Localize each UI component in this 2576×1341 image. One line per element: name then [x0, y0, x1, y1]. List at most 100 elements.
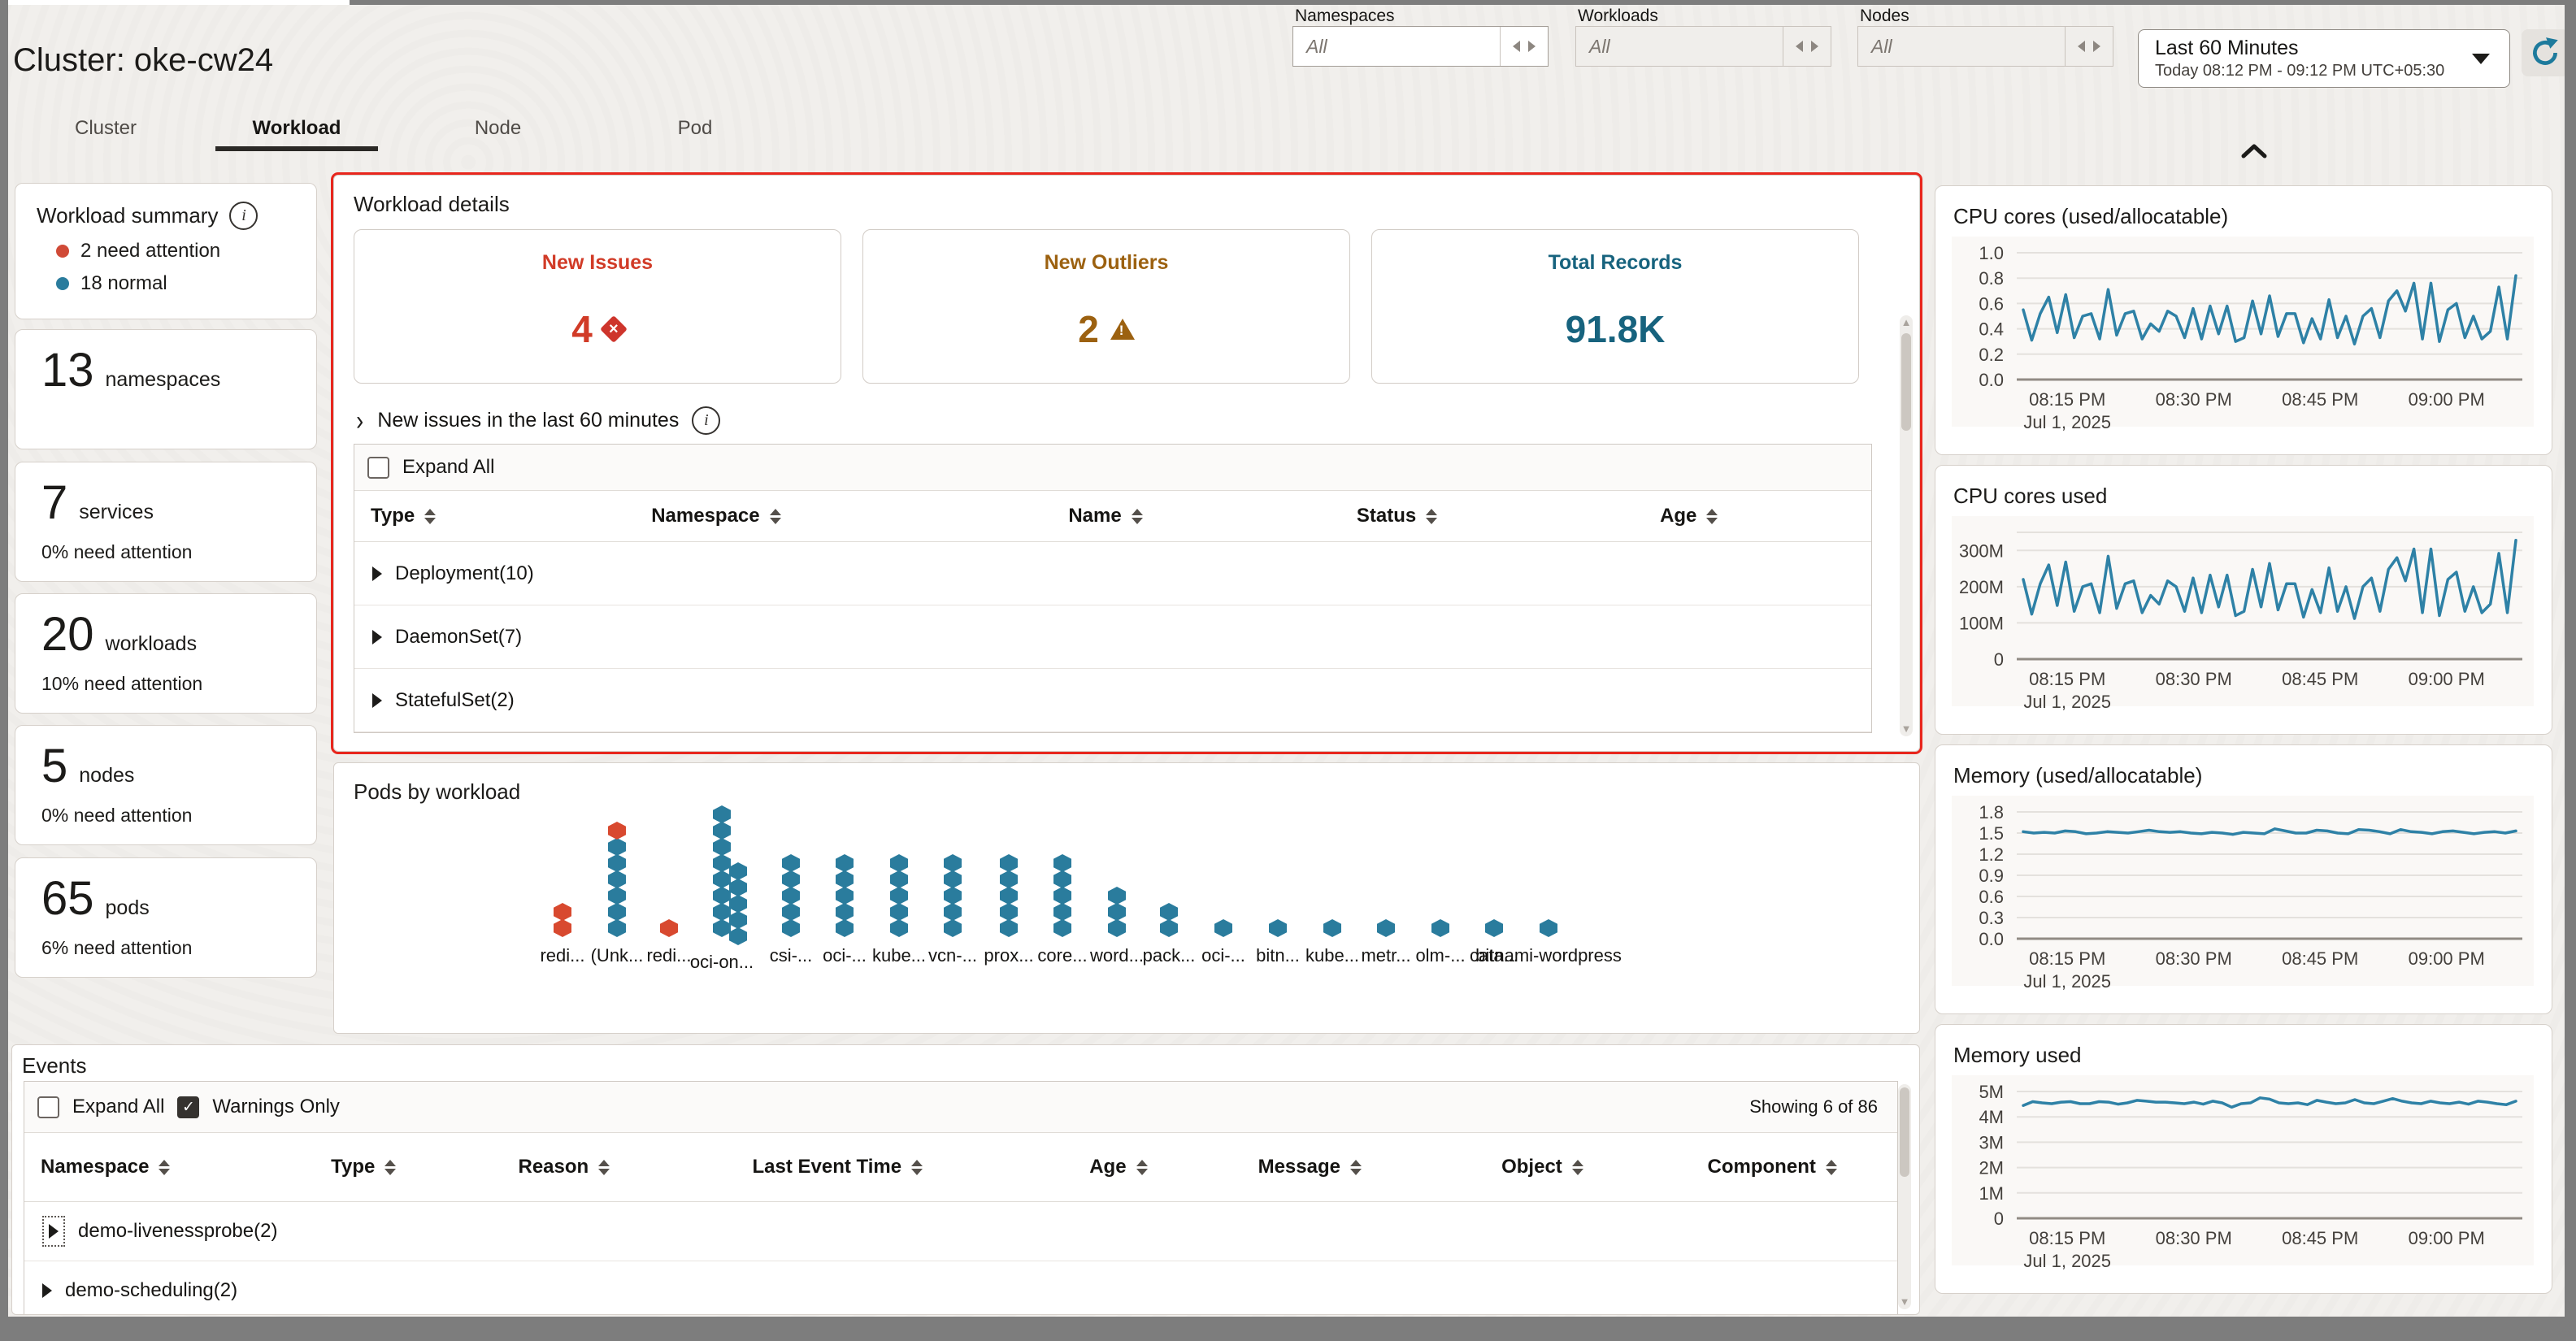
pod-hexagon[interactable]: [729, 879, 747, 896]
workloads-combobox[interactable]: All: [1575, 26, 1831, 67]
column-header-namespace[interactable]: Namespace: [24, 1156, 315, 1178]
pod-hexagon[interactable]: [944, 887, 962, 905]
table-row[interactable]: DaemonSet(7): [354, 605, 1871, 669]
column-header-object[interactable]: Object: [1485, 1156, 1691, 1178]
pod-hexagon[interactable]: [1108, 887, 1126, 905]
pod-hexagon[interactable]: [729, 911, 747, 929]
pod-hexagon[interactable]: [1000, 854, 1018, 872]
pod-hexagon[interactable]: [782, 887, 800, 905]
expand-all-checkbox[interactable]: [367, 457, 389, 479]
pod-hexagon[interactable]: [660, 919, 678, 937]
pod-hexagon[interactable]: [836, 887, 854, 905]
pod-hexagon[interactable]: [1269, 919, 1287, 937]
table-row[interactable]: StatefulSet(2): [354, 669, 1871, 732]
expand-all-checkbox[interactable]: [37, 1096, 59, 1118]
column-header-name[interactable]: Name: [1052, 505, 1340, 527]
tab-node[interactable]: Node: [447, 107, 549, 150]
table-row[interactable]: demo-livenessprobe(2): [24, 1202, 1897, 1261]
scroll-up-icon[interactable]: ▲: [1900, 317, 1913, 328]
pod-hexagon[interactable]: [608, 854, 626, 872]
pod-hexagon[interactable]: [729, 927, 747, 945]
workload-scrollbar[interactable]: ▲ ▼: [1900, 315, 1913, 736]
column-header-namespace[interactable]: Namespace: [635, 505, 1052, 527]
combo-next-icon[interactable]: [1811, 41, 1818, 52]
pod-hexagon[interactable]: [890, 887, 908, 905]
pod-hexagon[interactable]: [1431, 919, 1449, 937]
pod-hexagon[interactable]: [890, 854, 908, 872]
pod-hexagon[interactable]: [608, 838, 626, 856]
table-row[interactable]: demo-scheduling(2): [24, 1261, 1897, 1315]
combo-arrows[interactable]: [1500, 27, 1548, 66]
pod-hexagon[interactable]: [836, 870, 854, 888]
pod-hexagon[interactable]: [1000, 887, 1018, 905]
pod-hexagon[interactable]: [608, 887, 626, 905]
pod-hexagon[interactable]: [944, 870, 962, 888]
combo-arrows[interactable]: [1783, 27, 1831, 66]
tab-pod[interactable]: Pod: [650, 107, 740, 150]
pod-hexagon[interactable]: [608, 919, 626, 937]
pod-hexagon[interactable]: [1377, 919, 1395, 937]
sort-icon[interactable]: [1350, 1160, 1362, 1175]
pod-hexagon[interactable]: [1108, 919, 1126, 937]
pod-hexagon[interactable]: [1160, 903, 1178, 921]
scroll-down-icon[interactable]: ▼: [1900, 723, 1913, 735]
pod-hexagon[interactable]: [1000, 903, 1018, 921]
time-range-selector[interactable]: Last 60 Minutes Today 08:12 PM - 09:12 P…: [2138, 29, 2510, 88]
pod-hexagon[interactable]: [713, 870, 731, 888]
stat-card-namespaces[interactable]: 13namespaces: [15, 329, 317, 449]
pod-hexagon[interactable]: [713, 838, 731, 856]
pod-hexagon[interactable]: [1540, 919, 1557, 937]
column-header-reason[interactable]: Reason: [502, 1156, 736, 1178]
pod-hexagon[interactable]: [1160, 919, 1178, 937]
pod-hexagon[interactable]: [1323, 919, 1341, 937]
table-row[interactable]: Deployment(10): [354, 542, 1871, 605]
pod-hexagon[interactable]: [729, 895, 747, 913]
pod-hexagon[interactable]: [1053, 870, 1071, 888]
column-header-message[interactable]: Message: [1242, 1156, 1486, 1178]
sort-icon[interactable]: [1426, 509, 1437, 524]
pod-hexagon[interactable]: [1053, 887, 1071, 905]
tab-workload[interactable]: Workload: [215, 107, 378, 150]
sort-icon[interactable]: [911, 1160, 923, 1175]
sort-icon[interactable]: [424, 509, 436, 524]
combo-prev-icon[interactable]: [1796, 41, 1803, 52]
info-icon[interactable]: i: [229, 202, 258, 230]
pod-hexagon[interactable]: [944, 903, 962, 921]
column-header-status[interactable]: Status: [1340, 505, 1644, 527]
column-header-component[interactable]: Component: [1692, 1156, 1897, 1178]
pod-hexagon[interactable]: [944, 919, 962, 937]
combo-next-icon[interactable]: [2093, 41, 2100, 52]
pod-hexagon[interactable]: [890, 870, 908, 888]
nodes-combobox[interactable]: All: [1857, 26, 2113, 67]
pod-hexagon[interactable]: [713, 822, 731, 840]
sort-icon[interactable]: [159, 1160, 170, 1175]
column-header-age[interactable]: Age: [1073, 1156, 1241, 1178]
new-issues-disclosure[interactable]: › New issues in the last 60 minutes i: [355, 406, 720, 435]
pod-hexagon[interactable]: [836, 919, 854, 937]
refresh-button[interactable]: [2522, 29, 2565, 76]
expand-arrow-icon[interactable]: [372, 566, 382, 581]
sort-icon[interactable]: [770, 509, 781, 524]
info-icon[interactable]: i: [692, 406, 720, 435]
pod-hexagon[interactable]: [1053, 854, 1071, 872]
pod-hexagon[interactable]: [1000, 919, 1018, 937]
sort-icon[interactable]: [1132, 509, 1143, 524]
combo-prev-icon[interactable]: [2078, 41, 2085, 52]
column-header-type[interactable]: Type: [354, 505, 635, 527]
pod-hexagon[interactable]: [782, 854, 800, 872]
tab-cluster[interactable]: Cluster: [57, 107, 154, 150]
scroll-down-icon[interactable]: ▼: [1898, 1296, 1911, 1308]
events-scrollbar[interactable]: ▼: [1898, 1084, 1911, 1309]
pod-hexagon[interactable]: [1000, 870, 1018, 888]
pod-hexagon[interactable]: [1214, 919, 1232, 937]
sort-icon[interactable]: [598, 1160, 610, 1175]
pod-hexagon[interactable]: [713, 854, 731, 872]
pod-hexagon[interactable]: [554, 903, 571, 921]
pod-hexagon[interactable]: [836, 854, 854, 872]
focused-expand-arrow[interactable]: [42, 1216, 65, 1247]
combo-prev-icon[interactable]: [1513, 41, 1520, 52]
stat-card-services[interactable]: 7services0% need attention: [15, 462, 317, 582]
column-header-age[interactable]: Age: [1644, 505, 1871, 527]
pod-hexagon[interactable]: [608, 822, 626, 840]
sort-icon[interactable]: [384, 1160, 396, 1175]
